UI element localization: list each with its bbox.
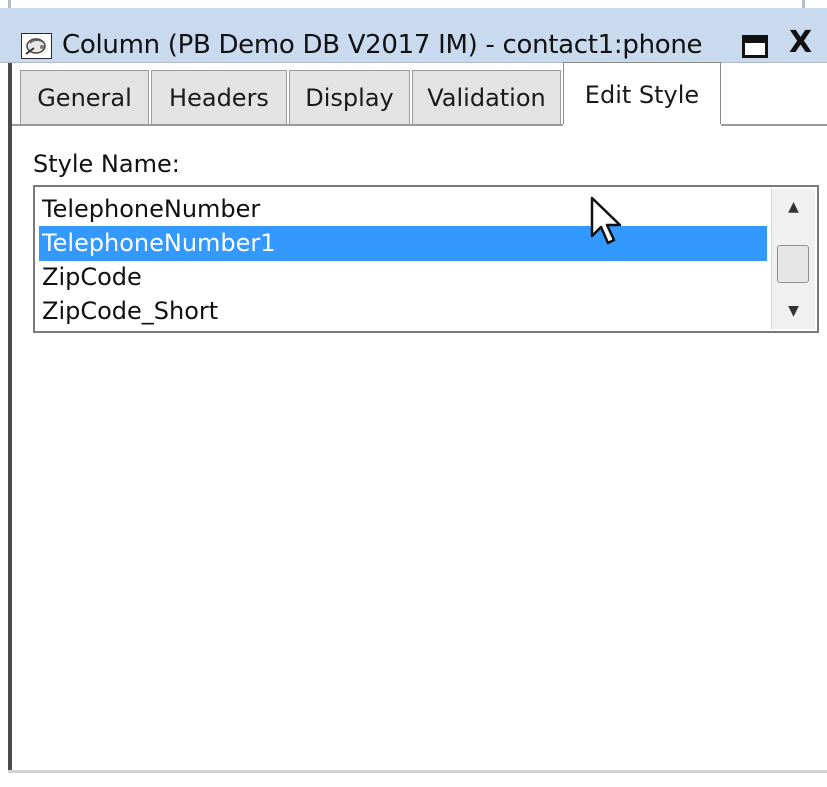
- tab-label: General: [37, 83, 132, 112]
- screen: Column (PB Demo DB V2017 IM) - contact1:…: [0, 0, 827, 787]
- style-name-label: Style Name:: [33, 150, 180, 178]
- tab-general[interactable]: General: [20, 70, 149, 124]
- tab-headers[interactable]: Headers: [151, 70, 287, 124]
- tab-edit-style[interactable]: Edit Style: [563, 62, 721, 126]
- title-bar[interactable]: Column (PB Demo DB V2017 IM) - contact1:…: [0, 8, 827, 63]
- scroll-down-arrow-icon[interactable]: ▼: [772, 293, 815, 329]
- list-item-selected[interactable]: TelephoneNumber1: [39, 226, 767, 261]
- tab-display[interactable]: Display: [289, 70, 410, 124]
- tab-validation[interactable]: Validation: [412, 70, 561, 124]
- list-item[interactable]: TelephoneNumber: [39, 192, 767, 227]
- tab-bar: General Headers Display Validation Edit …: [12, 62, 827, 126]
- style-name-listbox[interactable]: TelephoneNumber TelephoneNumber1 ZipCode…: [33, 185, 819, 333]
- scroll-thumb[interactable]: [777, 245, 809, 283]
- restore-icon[interactable]: [742, 35, 768, 58]
- mouse-pointer-icon: [590, 196, 622, 245]
- tab-label: Validation: [427, 83, 546, 112]
- vertical-scrollbar[interactable]: ▲ ▼: [771, 189, 815, 329]
- tab-label: Headers: [169, 83, 269, 112]
- tab-label: Edit Style: [584, 80, 700, 109]
- column-properties-icon: [21, 33, 52, 59]
- close-icon[interactable]: X: [789, 28, 812, 58]
- window-title: Column (PB Demo DB V2017 IM) - contact1:…: [62, 30, 703, 60]
- active-tab-gap: [563, 124, 721, 126]
- list-item[interactable]: ZipCode_Short: [39, 294, 767, 329]
- scroll-up-arrow-icon[interactable]: ▲: [772, 189, 815, 225]
- tab-label: Display: [305, 83, 394, 112]
- window-bottom-edge: [8, 770, 827, 773]
- list-item[interactable]: ZipCode: [39, 260, 767, 295]
